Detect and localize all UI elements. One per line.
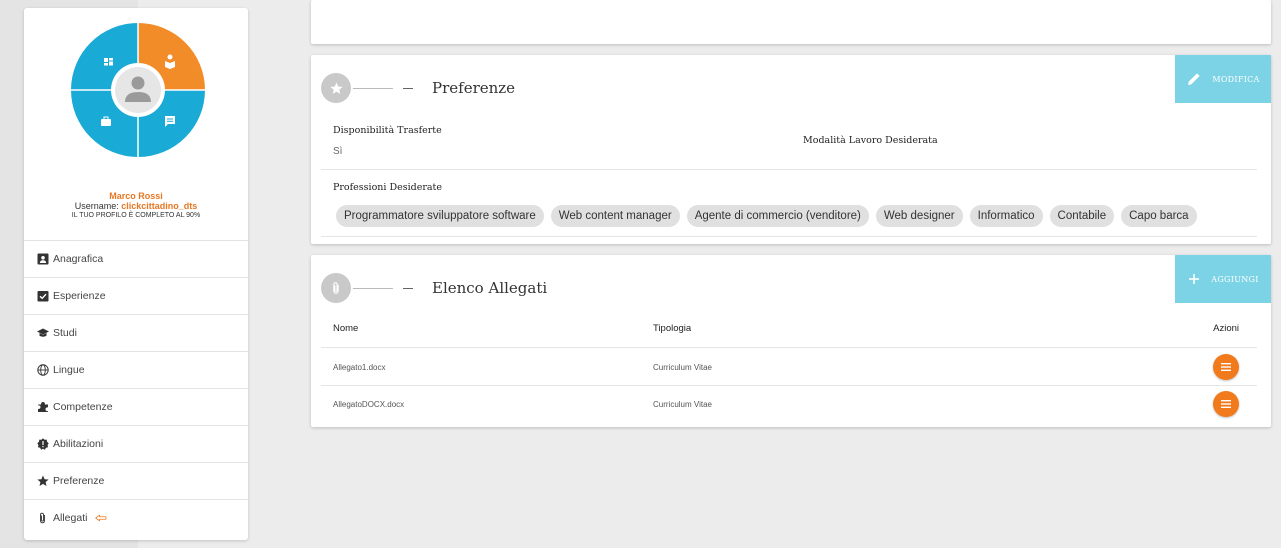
edit-label: MODIFICA xyxy=(1212,74,1260,84)
username-value: clickcittadino_dts xyxy=(121,201,198,211)
edit-preferences-button[interactable]: MODIFICA xyxy=(1175,55,1271,103)
add-attachment-button[interactable]: AGGIUNGI xyxy=(1175,255,1271,303)
availability-value: Sì xyxy=(333,146,343,157)
attachment-type: Curriculum Vitae xyxy=(653,400,712,409)
attachments-title: Elenco Allegati xyxy=(432,279,548,297)
profile-username-line: Username: clickcittadino_dts xyxy=(24,201,248,211)
attachment-name[interactable]: AllegatoDOCX.docx xyxy=(333,400,404,409)
paperclip-icon xyxy=(321,273,351,303)
sidebar-item-allegati[interactable]: Allegati xyxy=(24,499,248,536)
divider xyxy=(321,347,1257,348)
professions-chips: Programmatore sviluppatore software Web … xyxy=(336,205,1197,227)
sidebar-item-label: Abilitazioni xyxy=(53,438,104,450)
sidebar-item-anagrafica[interactable]: Anagrafica xyxy=(24,240,248,277)
preferences-header: Preferenze xyxy=(321,73,515,103)
globe-icon xyxy=(36,364,49,377)
graduation-cap-icon xyxy=(36,327,49,340)
preferences-card: Preferenze MODIFICA Disponibilità Trasfe… xyxy=(311,55,1271,244)
column-header-nome: Nome xyxy=(333,323,359,334)
profession-chip: Agente di commercio (venditore) xyxy=(686,205,869,227)
profile-completion: IL TUO PROFILO È COMPLETO AL 90% xyxy=(71,212,201,219)
avatar xyxy=(115,67,161,113)
menu-icon xyxy=(1221,400,1231,408)
pointer-arrow-icon xyxy=(95,514,107,522)
header-dash xyxy=(403,87,413,89)
sidebar-item-studi[interactable]: Studi xyxy=(24,314,248,351)
star-icon xyxy=(321,73,351,103)
sidebar-item-label: Studi xyxy=(53,327,77,339)
column-header-tipologia: Tipologia xyxy=(653,323,692,334)
paperclip-icon xyxy=(36,512,49,525)
clipboard-check-icon xyxy=(36,290,49,303)
sidebar-menu: Anagrafica Esperienze Studi Lingue Compe… xyxy=(24,240,248,536)
availability-label: Disponibilità Trasferte xyxy=(333,125,442,136)
profession-chip: Web content manager xyxy=(550,205,680,227)
sidebar-item-label: Lingue xyxy=(53,364,85,376)
attachment-actions-button[interactable] xyxy=(1213,391,1239,417)
divider xyxy=(321,236,1257,237)
sidebar-item-label: Anagrafica xyxy=(53,253,104,265)
username-label: Username: xyxy=(74,201,119,211)
plus-icon xyxy=(1189,274,1200,284)
professions-label: Professioni Desiderate xyxy=(333,182,442,193)
sidebar-item-esperienze[interactable]: Esperienze xyxy=(24,277,248,314)
attachment-type: Curriculum Vitae xyxy=(653,363,712,372)
divider xyxy=(321,385,1257,386)
sidebar-item-preferenze[interactable]: Preferenze xyxy=(24,462,248,499)
attachment-name[interactable]: Allegato1.docx xyxy=(333,363,385,372)
profile-sidebar: Marco Rossi Username: clickcittadino_dts… xyxy=(24,8,248,540)
profession-chip: Web designer xyxy=(875,205,963,227)
sidebar-item-label: Esperienze xyxy=(53,290,106,302)
header-dash xyxy=(403,287,413,289)
profile-name: Marco Rossi xyxy=(109,191,163,201)
star-icon xyxy=(36,475,49,488)
sidebar-item-label: Preferenze xyxy=(53,475,105,487)
sidebar-item-abilitazioni[interactable]: Abilitazioni xyxy=(24,425,248,462)
column-header-azioni: Azioni xyxy=(1213,323,1239,334)
profession-chip: Capo barca xyxy=(1121,205,1197,227)
profession-chip: Programmatore sviluppatore software xyxy=(336,205,544,227)
add-label: AGGIUNGI xyxy=(1211,274,1259,284)
attachment-actions-button[interactable] xyxy=(1213,354,1239,380)
puzzle-icon xyxy=(36,401,49,414)
sidebar-item-competenze[interactable]: Competenze xyxy=(24,388,248,425)
attachments-card: Elenco Allegati AGGIUNGI Nome Tipologia … xyxy=(311,255,1271,427)
id-card-icon xyxy=(36,253,49,266)
divider xyxy=(321,169,1257,170)
menu-icon xyxy=(1221,363,1231,371)
previous-section-card xyxy=(311,0,1271,44)
sidebar-item-label: Competenze xyxy=(53,401,113,413)
certificate-icon xyxy=(36,438,49,451)
work-mode-label: Modalità Lavoro Desiderata xyxy=(803,135,938,146)
attachments-header: Elenco Allegati xyxy=(321,273,547,303)
pencil-icon xyxy=(1188,73,1200,85)
sidebar-item-label: Allegati xyxy=(53,512,88,524)
header-connector xyxy=(353,287,393,289)
profile-wheel xyxy=(71,23,205,157)
sidebar-item-lingue[interactable]: Lingue xyxy=(24,351,248,388)
preferences-title: Preferenze xyxy=(432,79,516,97)
profession-chip: Informatico xyxy=(969,205,1043,227)
header-connector xyxy=(353,87,393,89)
profession-chip: Contabile xyxy=(1049,205,1115,227)
